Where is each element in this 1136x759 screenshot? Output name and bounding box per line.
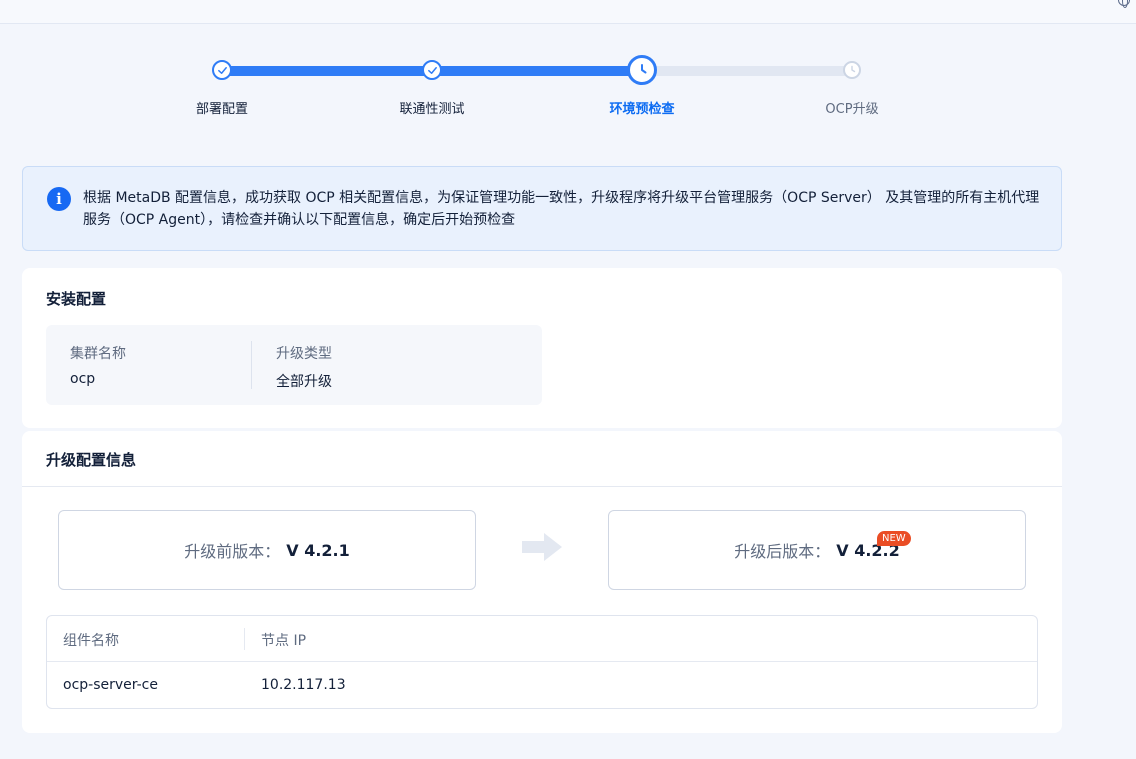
version-after-box: 升级后版本： V 4.2.2 (608, 510, 1026, 590)
upgrade-type-value: 全部升级 (276, 374, 332, 390)
progress-steps: 部署配置 联通性测试 环境预检查 OCP升级 (0, 0, 1136, 140)
upgrade-type-label: 升级类型 (276, 346, 332, 362)
cell-node-ip: 10.2.117.13 (261, 677, 346, 693)
upgrade-type-field: 升级类型 全部升级 (276, 343, 332, 391)
upgrade-info-title: 升级配置信息 (46, 451, 137, 469)
version-before-box: 升级前版本： V 4.2.1 (58, 510, 476, 590)
info-icon: i (47, 187, 71, 211)
step-label-deploy-config: 部署配置 (195, 102, 249, 117)
install-config-fields: 集群名称 ocp 升级类型 全部升级 (46, 325, 542, 405)
cell-component-name: ocp-server-ce (63, 677, 158, 693)
step-3-clock-icon (627, 55, 657, 85)
cluster-name-value: ocp (70, 371, 96, 387)
column-divider (244, 628, 245, 650)
arrow-right-icon (522, 533, 562, 561)
cluster-name-field: 集群名称 ocp (70, 343, 126, 387)
step-1-check-icon (212, 60, 232, 80)
version-before-value: V 4.2.1 (286, 540, 350, 560)
new-badge: NEW (877, 531, 911, 546)
component-table: 组件名称 节点 IP ocp-server-ce 10.2.117.13 (46, 615, 1038, 709)
info-alert: i 根据 MetaDB 配置信息，成功获取 OCP 相关配置信息，为保证管理功能… (22, 166, 1062, 251)
version-before-label: 升级前版本： (184, 542, 281, 561)
column-header-node-ip: 节点 IP (261, 633, 307, 649)
upgrade-info-card: 升级配置信息 升级前版本： V 4.2.1 升级后版本： V 4.2.2 NEW… (22, 431, 1062, 733)
column-header-component: 组件名称 (63, 633, 119, 649)
step-4-clock-icon (843, 61, 861, 79)
step-2-check-icon (422, 60, 442, 80)
table-header: 组件名称 节点 IP (47, 616, 1037, 662)
alert-text: 根据 MetaDB 配置信息，成功获取 OCP 相关配置信息，为保证管理功能一致… (83, 190, 1040, 228)
divider (22, 486, 1062, 487)
version-after-label: 升级后版本： (734, 542, 831, 561)
step-label-ocp-upgrade: OCP升级 (825, 102, 879, 117)
install-config-title: 安装配置 (46, 290, 107, 308)
install-config-card: 安装配置 集群名称 ocp 升级类型 全部升级 (22, 268, 1062, 428)
step-label-env-precheck: 环境预检查 (609, 102, 675, 117)
cluster-name-label: 集群名称 (70, 346, 126, 362)
steps-progress-pending (642, 66, 852, 76)
step-label-connectivity-test: 联通性测试 (399, 102, 465, 117)
field-divider (251, 341, 252, 389)
